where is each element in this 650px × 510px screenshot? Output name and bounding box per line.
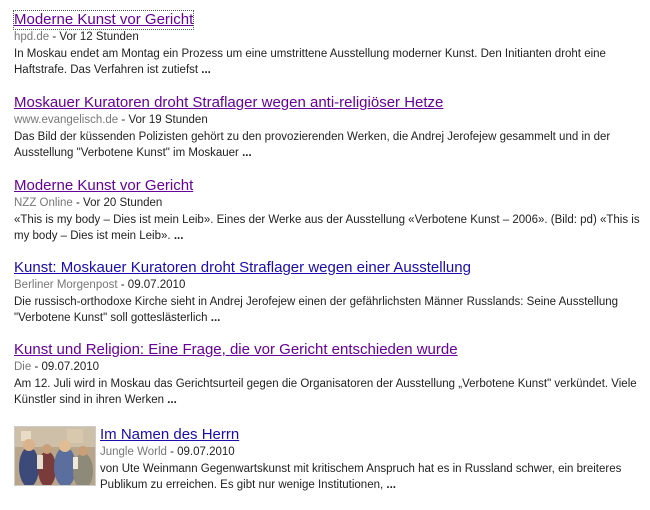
result-meta: Jungle World - 09.07.2010 (100, 445, 640, 460)
result-thumbnail-image[interactable] (14, 426, 96, 486)
result-snippet: Am 12. Juli wird in Moskau das Gerichtsu… (14, 376, 642, 408)
result-source: Die (14, 361, 32, 373)
meta-separator: - (117, 279, 128, 291)
result-body: Im Namen des Herrn Jungle World - 09.07.… (100, 426, 640, 493)
result-title-link[interactable]: Moskauer Kuratoren droht Straflager wege… (14, 94, 443, 112)
result-time: Vor 19 Stunden (128, 114, 208, 126)
result-source: hpd.de (14, 31, 50, 43)
result-time: 09.07.2010 (127, 279, 186, 291)
result-snippet: «This is my body – Dies ist mein Leib». … (14, 212, 642, 244)
result-title-link[interactable]: Moderne Kunst vor Gericht (14, 177, 193, 195)
snippet-text: von Ute Weinmann Gegenwartskunst mit kri… (100, 463, 622, 491)
meta-separator: - (31, 361, 42, 373)
snippet-text: In Moskau endet am Montag ein Prozess um… (14, 48, 606, 76)
result-time: 09.07.2010 (177, 446, 235, 458)
result-meta: Berliner Morgenpost - 09.07.2010 (14, 278, 644, 293)
snippet-text: Das Bild der küssenden Polizisten gehört… (14, 131, 611, 159)
result-snippet: In Moskau endet am Montag ein Prozess um… (14, 46, 642, 78)
snippet-ellipsis: ... (201, 64, 211, 76)
snippet-ellipsis: ... (173, 230, 184, 242)
result-item: Moderne Kunst vor Gericht hpd.de - Vor 1… (12, 10, 644, 78)
result-time: 09.07.2010 (41, 361, 100, 373)
meta-separator: - (166, 446, 178, 458)
meta-separator: - (72, 197, 84, 209)
result-meta: www.evangelisch.de - Vor 19 Stunden (14, 113, 644, 128)
meta-separator: - (49, 31, 60, 43)
result-source: Berliner Morgenpost (14, 279, 118, 291)
result-snippet: Das Bild der küssenden Polizisten gehört… (14, 129, 642, 161)
result-snippet: von Ute Weinmann Gegenwartskunst mit kri… (100, 461, 640, 493)
result-source: NZZ Online (14, 197, 73, 209)
result-item: Moskauer Kuratoren droht Straflager wege… (14, 94, 644, 161)
snippet-ellipsis: ... (386, 479, 396, 491)
snippet-text: «This is my body – Dies ist mein Leib». … (14, 214, 640, 242)
result-meta: NZZ Online - Vor 20 Stunden (14, 196, 644, 211)
result-time: Vor 20 Stunden (83, 197, 163, 209)
result-item: Kunst und Religion: Eine Frage, die vor … (14, 341, 644, 408)
news-results-list: Moderne Kunst vor Gericht hpd.de - Vor 1… (0, 0, 650, 510)
result-item: Moderne Kunst vor Gericht NZZ Online - V… (14, 177, 644, 244)
snippet-text: Am 12. Juli wird in Moskau das Gerichtsu… (14, 378, 637, 406)
snippet-ellipsis: ... (210, 312, 221, 324)
result-title-link[interactable]: Kunst: Moskauer Kuratoren droht Straflag… (14, 259, 471, 277)
snippet-ellipsis: ... (242, 147, 252, 159)
result-source: www.evangelisch.de (14, 114, 119, 126)
thumbnail-art (15, 427, 95, 485)
result-source: Jungle World (100, 446, 167, 458)
result-snippet: Die russisch-orthodoxe Kirche sieht in A… (14, 294, 642, 326)
result-meta: Die - 09.07.2010 (14, 360, 644, 375)
result-meta: hpd.de - Vor 12 Stunden (14, 30, 644, 45)
snippet-ellipsis: ... (167, 394, 177, 406)
result-title-link[interactable]: Kunst und Religion: Eine Frage, die vor … (14, 341, 458, 359)
meta-separator: - (118, 114, 129, 126)
result-title-link[interactable]: Moderne Kunst vor Gericht (12, 10, 195, 30)
result-title-link[interactable]: Im Namen des Herrn (100, 426, 239, 444)
snippet-text: Die russisch-orthodoxe Kirche sieht in A… (14, 296, 619, 324)
result-time: Vor 12 Stunden (59, 31, 139, 43)
result-item: Kunst: Moskauer Kuratoren droht Straflag… (14, 259, 644, 326)
